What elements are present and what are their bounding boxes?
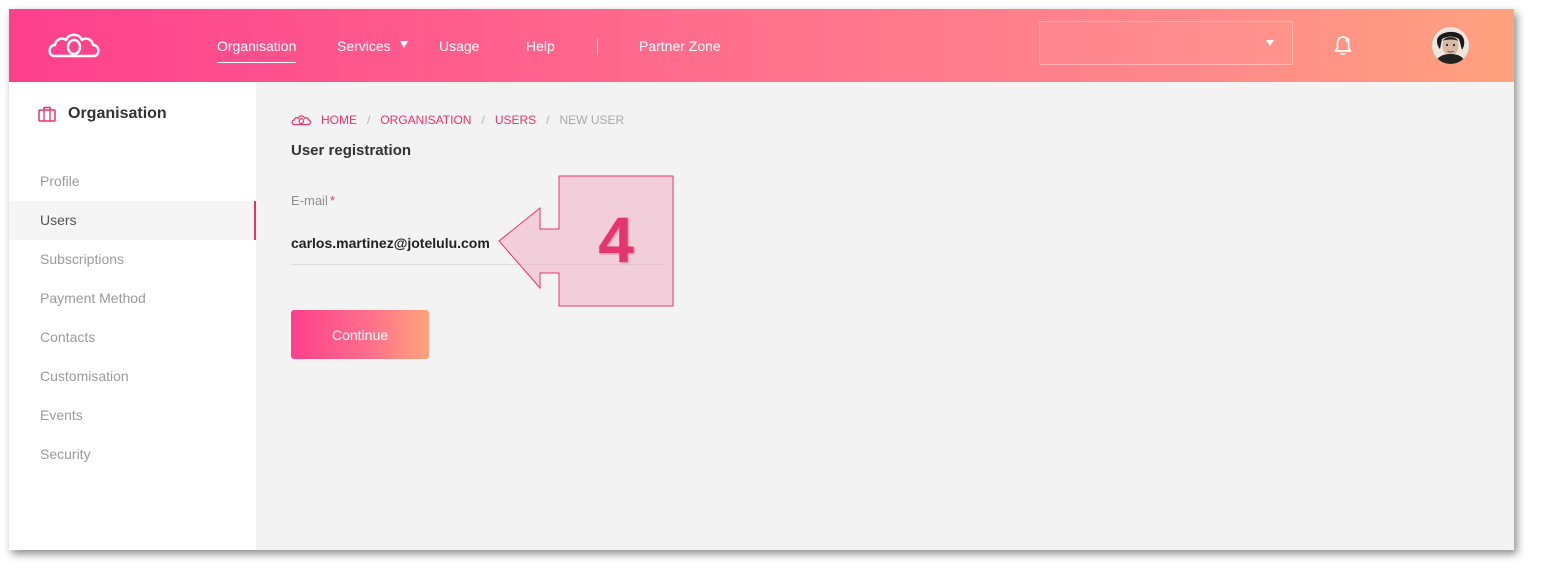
- continue-button[interactable]: Continue: [291, 310, 429, 359]
- nav-organisation[interactable]: Organisation: [217, 37, 297, 63]
- nav-usage[interactable]: Usage: [439, 37, 479, 55]
- sidebar-item-profile[interactable]: Profile: [9, 162, 256, 201]
- bell-icon[interactable]: [1333, 35, 1353, 57]
- page-title: User registration: [291, 142, 412, 159]
- sidebar-item-events[interactable]: Events: [9, 396, 256, 435]
- nav-divider: [597, 39, 598, 55]
- breadcrumb-home[interactable]: HOME: [321, 113, 357, 127]
- sidebar: Organisation Profile Users Subscriptions…: [9, 82, 256, 550]
- breadcrumb-separator: /: [546, 113, 550, 127]
- caret-down-icon[interactable]: [400, 41, 408, 48]
- sidebar-header: Organisation: [38, 104, 167, 124]
- email-label-text: E-mail: [291, 193, 328, 208]
- avatar[interactable]: [1432, 27, 1469, 64]
- sidebar-item-payment-method[interactable]: Payment Method: [9, 279, 256, 318]
- app-window: Organisation Services Usage Help Partner…: [9, 9, 1514, 550]
- sidebar-title: Organisation: [68, 105, 167, 122]
- sidebar-item-users[interactable]: Users: [9, 201, 256, 240]
- nav-partner-zone[interactable]: Partner Zone: [639, 37, 721, 55]
- cloud-logo-icon[interactable]: [47, 29, 101, 61]
- step-number: 4: [598, 204, 634, 276]
- sidebar-item-security[interactable]: Security: [9, 435, 256, 474]
- breadcrumb: HOME / ORGANISATION / USERS / NEW USER: [291, 112, 624, 128]
- breadcrumb-separator: /: [367, 113, 371, 127]
- sidebar-item-subscriptions[interactable]: Subscriptions: [9, 240, 256, 279]
- account-select[interactable]: [1039, 21, 1293, 65]
- nav-services[interactable]: Services: [337, 37, 391, 55]
- cloud-icon[interactable]: [291, 114, 311, 126]
- chevron-down-icon: [1266, 40, 1274, 46]
- breadcrumb-organisation[interactable]: ORGANISATION: [380, 113, 471, 127]
- briefcase-icon: [38, 106, 56, 122]
- breadcrumb-users[interactable]: USERS: [495, 113, 536, 127]
- nav-help[interactable]: Help: [526, 37, 555, 55]
- sidebar-item-contacts[interactable]: Contacts: [9, 318, 256, 357]
- top-navigation-bar: Organisation Services Usage Help Partner…: [9, 9, 1514, 82]
- email-label: E-mail *: [291, 193, 335, 208]
- breadcrumb-separator: /: [481, 113, 485, 127]
- required-mark: *: [329, 193, 335, 208]
- breadcrumb-new-user: NEW USER: [559, 113, 625, 127]
- sidebar-item-customisation[interactable]: Customisation: [9, 357, 256, 396]
